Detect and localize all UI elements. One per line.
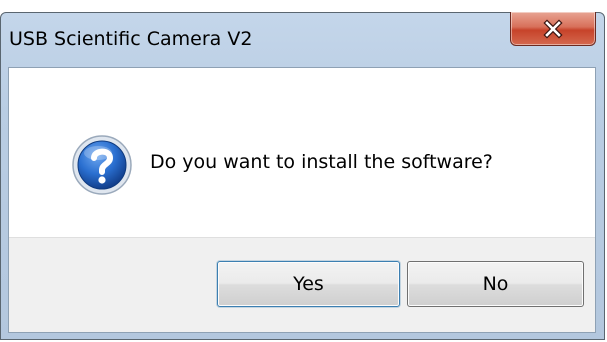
no-button[interactable]: No [407,261,584,307]
background-strip [0,0,607,12]
dialog-body: Do you want to install the software? Yes… [8,67,596,333]
window-title: USB Scientific Camera V2 [9,28,253,50]
dialog-window: USB Scientific Camera V2 Do you want to … [0,12,605,340]
dialog-message: Do you want to install the software? [150,151,493,173]
title-bar[interactable]: USB Scientific Camera V2 [1,12,604,63]
question-icon [72,135,132,195]
message-area: Do you want to install the software? [9,68,595,237]
close-button[interactable] [510,12,596,46]
button-bar: Yes No [9,237,595,332]
close-icon [543,18,563,39]
yes-button[interactable]: Yes [217,261,400,307]
